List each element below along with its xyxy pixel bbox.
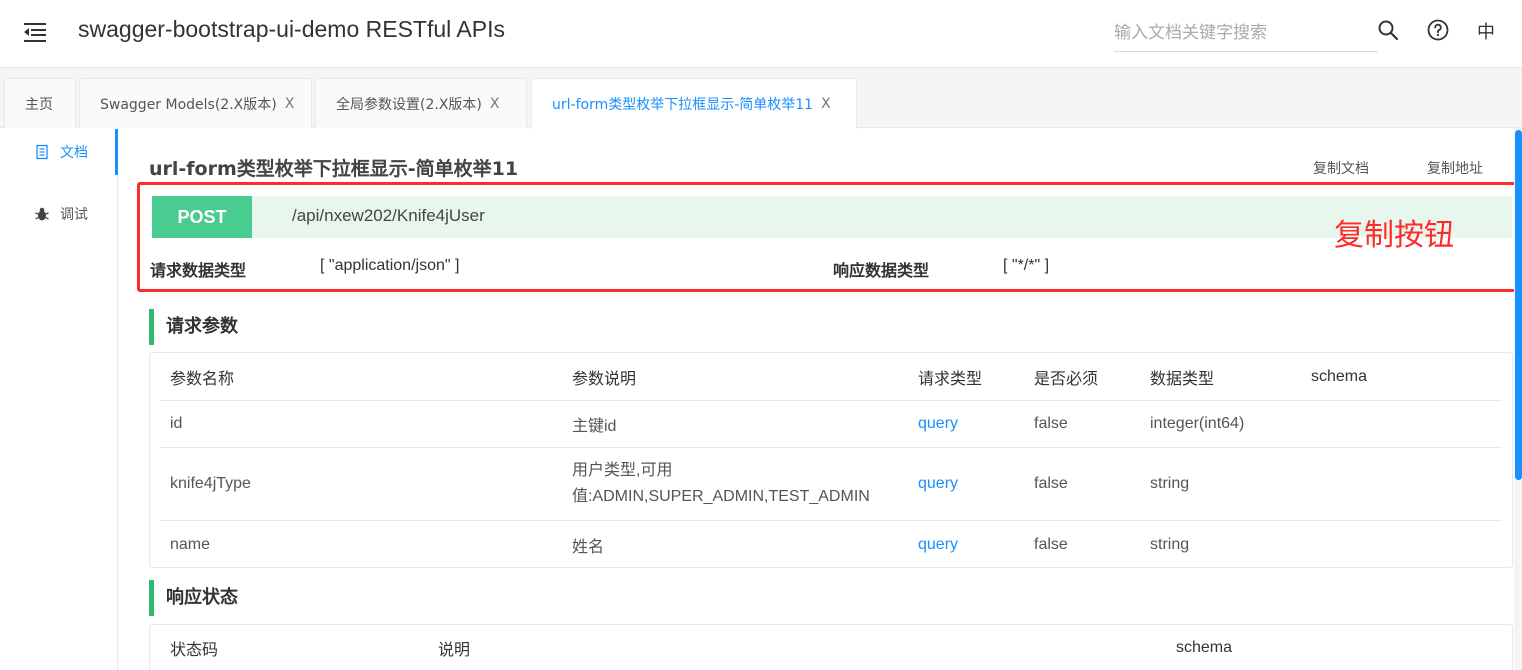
param-type: integer(int64) (1150, 415, 1245, 432)
side-item-label: 调试 (60, 207, 88, 223)
param-desc: 姓名 (572, 538, 605, 556)
col-header: 请求类型 (918, 370, 983, 388)
col-header: 参数说明 (572, 370, 637, 388)
search-icon[interactable] (1376, 18, 1400, 42)
param-in: query (918, 475, 959, 492)
endpoint-bar: POST /api/nxew202/Knife4jUser (152, 196, 1512, 238)
app-title: swagger-bootstrap-ui-demo RESTful APIs (78, 16, 505, 42)
params-section-title: 请求参数 (149, 309, 238, 345)
search-input[interactable] (1114, 14, 1378, 52)
tab-api-doc[interactable]: url-form类型枚举下拉框显示-简单枚举11 X (531, 78, 857, 129)
doc-side-menu: 文档 调试 (0, 128, 118, 670)
param-desc: 主键id (572, 418, 617, 435)
tab-global-params[interactable]: 全局参数设置(2.X版本) X (315, 78, 527, 128)
col-header: 数据类型 (1150, 370, 1215, 388)
tab-label: 全局参数设置(2.X版本) (336, 96, 482, 113)
col-header: schema (1311, 367, 1368, 385)
param-type: string (1150, 535, 1190, 553)
document-icon (36, 144, 48, 160)
param-required: false (1034, 415, 1068, 432)
language-switch[interactable]: 中 (1477, 18, 1495, 44)
responses-table: 状态码 说明 schema (149, 624, 1513, 670)
param-name: name (170, 535, 211, 553)
side-item-label: 文档 (60, 145, 88, 161)
menu-fold-icon[interactable] (22, 20, 48, 44)
param-type: string (1150, 475, 1190, 492)
help-icon[interactable] (1426, 18, 1450, 42)
params-table: 参数名称 参数说明 请求类型 是否必须 数据类型 schema id 主键id … (149, 352, 1513, 568)
param-name: id (170, 415, 183, 432)
table-header-row: 参数名称 参数说明 请求类型 是否必须 数据类型 schema (160, 353, 1502, 401)
close-icon[interactable]: X (490, 96, 500, 112)
param-required: false (1034, 475, 1068, 492)
vertical-scrollbar[interactable] (1514, 128, 1522, 670)
param-name: knife4jType (170, 475, 251, 492)
col-header: 参数名称 (170, 370, 235, 388)
side-item-doc[interactable]: 文档 (0, 129, 118, 175)
bug-icon (35, 207, 49, 221)
method-badge: POST (152, 196, 252, 238)
tab-label: Swagger Models(2.X版本) (100, 96, 277, 113)
param-required: false (1034, 535, 1068, 553)
annotation-label: 复制按钮 (1334, 218, 1454, 253)
doc-content: url-form类型枚举下拉框显示-简单枚举11 复制文档 复制地址 POST … (119, 128, 1514, 670)
param-desc: 用户类型,可用 值:ADMIN,SUPER_ADMIN,TEST_ADMIN (572, 448, 870, 520)
copy-address-button[interactable]: 复制地址 (1427, 158, 1483, 178)
responses-section-title: 响应状态 (149, 580, 238, 616)
copy-doc-button[interactable]: 复制文档 (1313, 158, 1369, 178)
response-type-value: [ "*/*" ] (1003, 257, 1050, 274)
col-header: schema (1176, 639, 1233, 656)
tab-swagger-models[interactable]: Swagger Models(2.X版本) X (79, 78, 312, 128)
table-row: id 主键id query false integer(int64) (160, 401, 1502, 448)
tab-label: 主页 (25, 96, 53, 113)
param-desc-line: 值:ADMIN,SUPER_ADMIN,TEST_ADMIN (572, 488, 870, 505)
param-in: query (918, 535, 959, 553)
endpoint-highlight-box: POST /api/nxew202/Knife4jUser 请求数据类型 [ "… (137, 182, 1514, 292)
table-header-row: 状态码 说明 schema (160, 625, 1502, 670)
col-header: 状态码 (170, 642, 219, 659)
col-header: 说明 (438, 642, 471, 659)
param-desc-line: 用户类型,可用 (572, 462, 673, 479)
table-row: name 姓名 query false string (160, 521, 1502, 568)
endpoint-path: /api/nxew202/Knife4jUser (292, 206, 485, 225)
param-in: query (918, 415, 959, 432)
top-header: swagger-bootstrap-ui-demo RESTful APIs 中 (0, 0, 1522, 68)
tab-bar: 主页 Swagger Models(2.X版本) X 全局参数设置(2.X版本)… (0, 68, 1522, 129)
side-item-debug[interactable]: 调试 (0, 191, 118, 237)
tab-home[interactable]: 主页 (4, 78, 76, 128)
close-icon[interactable]: X (821, 96, 831, 112)
response-type-label: 响应数据类型 (833, 261, 930, 280)
close-icon[interactable]: X (285, 96, 295, 112)
scrollbar-thumb[interactable] (1515, 130, 1522, 480)
api-title: url-form类型枚举下拉框显示-简单枚举11 (149, 158, 519, 180)
tab-label: url-form类型枚举下拉框显示-简单枚举11 (552, 97, 814, 113)
col-header: 是否必须 (1034, 370, 1099, 388)
table-row: knife4jType 用户类型,可用 值:ADMIN,SUPER_ADMIN,… (160, 448, 1502, 521)
request-type-label: 请求数据类型 (150, 261, 247, 280)
request-type-value: [ "application/json" ] (320, 257, 460, 274)
